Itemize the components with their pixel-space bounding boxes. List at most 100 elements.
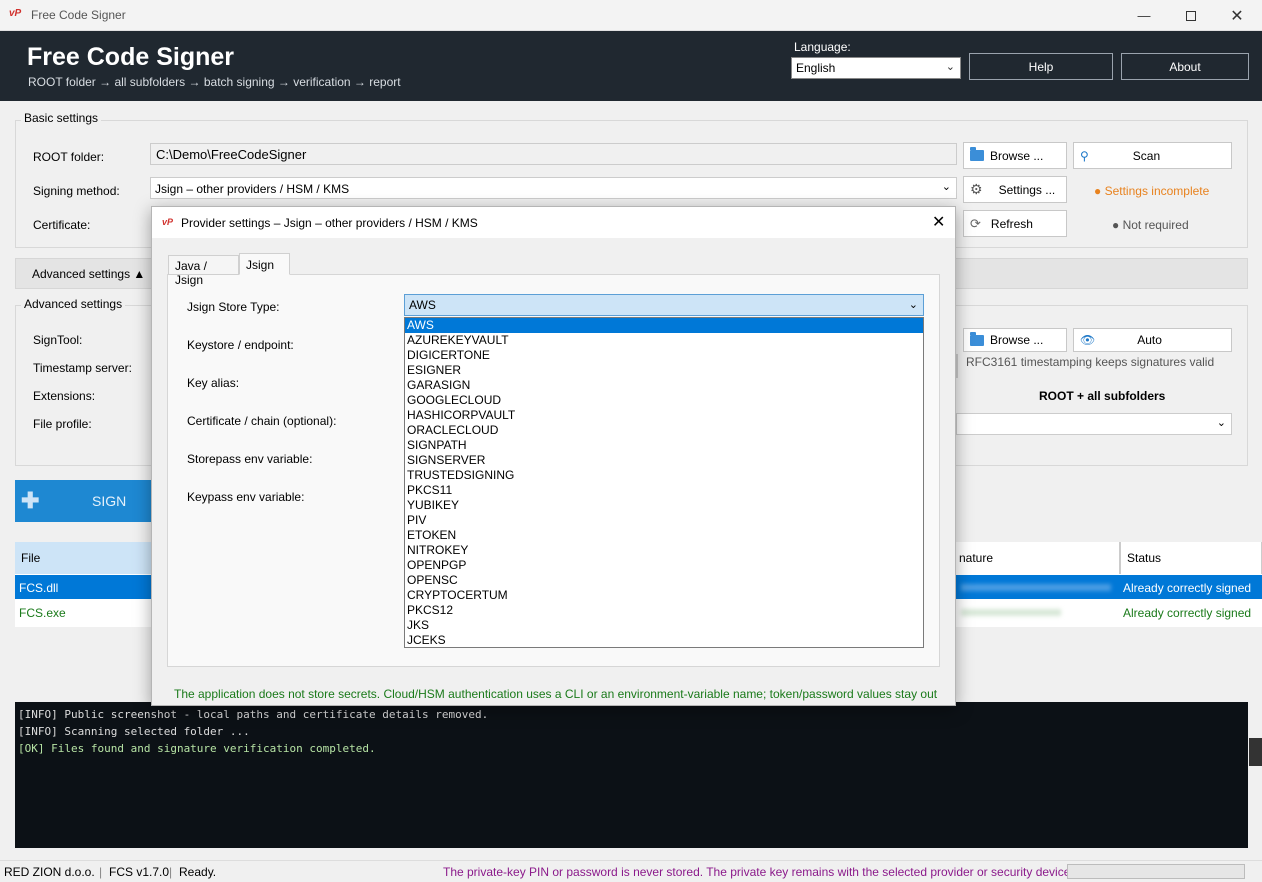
column-header-file[interactable]: File [15, 542, 152, 574]
refresh-button[interactable]: ⟳ Refresh [963, 210, 1067, 237]
help-button[interactable]: Help [969, 53, 1113, 80]
browse-label: Browse ... [990, 333, 1044, 347]
dropdown-option[interactable]: DIGICERTONE [405, 348, 923, 363]
maximize-button[interactable] [1168, 0, 1214, 31]
tab-jsign[interactable]: Jsign [239, 253, 290, 275]
dropdown-option[interactable]: ORACLECLOUD [405, 423, 923, 438]
keypass-label: Keypass env variable: [187, 490, 305, 504]
root-folder-input[interactable]: C:\Demo\FreeCodeSigner [150, 143, 957, 165]
dropdown-option[interactable]: ETOKEN [405, 528, 923, 543]
store-type-label: Jsign Store Type: [187, 300, 280, 314]
dropdown-option[interactable]: GOOGLECLOUD [405, 393, 923, 408]
signing-method-select[interactable]: Jsign – other providers / HSM / KMS ⌄ [150, 177, 957, 199]
scrollbar-thumb[interactable] [1249, 738, 1262, 766]
column-header-signature[interactable]: nature [953, 542, 1120, 574]
dropdown-option[interactable]: PKCS11 [405, 483, 923, 498]
scan-label: Scan [1132, 148, 1161, 163]
store-type-select[interactable]: AWS ⌄ [404, 294, 924, 316]
root-folder-label: ROOT folder: [33, 150, 105, 164]
row-status: Already correctly signed [1123, 581, 1252, 595]
dialog-title: Provider settings – Jsign – other provid… [181, 216, 478, 230]
status-bar: RED ZION d.o.o. | FCS v1.7.0 | Ready. Th… [0, 860, 1262, 882]
sign-button[interactable]: ✚ SIGN [15, 480, 152, 522]
auto-label: Auto [1137, 333, 1162, 347]
refresh-status: ● Not required [1112, 218, 1189, 232]
dropdown-option[interactable]: OPENPGP [405, 558, 923, 573]
browse-signtool-button[interactable]: Browse ... [963, 328, 1067, 352]
sign-label: SIGN [92, 493, 127, 509]
progress-bar [1067, 864, 1245, 879]
dropdown-option[interactable]: CRYPTOCERTUM [405, 588, 923, 603]
key-alias-label: Key alias: [187, 376, 240, 390]
chevron-down-icon: ⌄ [908, 299, 918, 311]
dropdown-option[interactable]: JKS [405, 618, 923, 633]
dropdown-option[interactable]: AWS [405, 318, 923, 333]
dropdown-option[interactable]: ESIGNER [405, 363, 923, 378]
close-window-button[interactable]: ✕ [1214, 0, 1260, 31]
folder-icon [970, 147, 984, 161]
dialog-titlebar: vP Provider settings – Jsign – other pro… [152, 207, 955, 238]
dropdown-option[interactable]: PKCS12 [405, 603, 923, 618]
plus-icon: ✚ [21, 488, 40, 513]
gear-icon: ⚙ [970, 181, 983, 197]
browse-root-button[interactable]: Browse ... [963, 142, 1067, 169]
file-name: FCS.exe [19, 606, 66, 620]
minimize-icon: — [1137, 8, 1151, 23]
dropdown-option[interactable]: AZUREKEYVAULT [405, 333, 923, 348]
storepass-label: Storepass env variable: [187, 452, 313, 466]
rfc-note: RFC3161 timestamping keeps signatures va… [966, 355, 1215, 369]
refresh-icon: ⟳ [970, 215, 981, 231]
column-header-status[interactable]: Status [1120, 542, 1262, 574]
timestamp-label: Timestamp server: [33, 361, 132, 375]
advanced-settings-label: Advanced settings [21, 297, 126, 311]
chevron-down-icon: ⌄ [941, 181, 951, 193]
status-cell: Already correctly signed [1120, 600, 1262, 624]
dropdown-option[interactable]: PIV [405, 513, 923, 528]
file-name: FCS.dll [19, 581, 59, 595]
maximize-icon [1186, 10, 1196, 21]
store-type-value: AWS [409, 298, 436, 312]
row-status: Already correctly signed [1123, 606, 1252, 620]
settings-label: Settings ... [998, 182, 1056, 197]
dropdown-option[interactable]: GARASIGN [405, 378, 923, 393]
close-icon[interactable]: ✕ [932, 212, 945, 232]
dropdown-option[interactable]: TRUSTEDSIGNING [405, 468, 923, 483]
file-profile-label: File profile: [33, 417, 92, 431]
tab-java-jsign[interactable]: Java / Jsign [168, 255, 239, 287]
signature-cell [953, 600, 1120, 624]
about-button[interactable]: About [1121, 53, 1249, 80]
language-value: English [796, 61, 836, 75]
language-label: Language: [794, 40, 851, 54]
log-console: [INFO] Public screenshot - local paths a… [15, 702, 1248, 848]
app-header: Free Code Signer ROOT folder → all subfo… [0, 31, 1262, 101]
private-key-notice: The private-key PIN or password is never… [443, 865, 1074, 879]
dropdown-option[interactable]: OPENSC [405, 573, 923, 588]
table-row[interactable]: FCS.dll [15, 575, 152, 599]
extensions-label: Extensions: [33, 389, 96, 403]
window-title: Free Code Signer [31, 8, 126, 22]
dialog-logo-icon: vP [162, 217, 174, 227]
advanced-toggle-label: Advanced settings ▲ [32, 267, 146, 281]
version-label: FCS v1.7.0 [109, 865, 170, 879]
scan-button[interactable]: ⚲ Scan [1073, 142, 1232, 169]
provider-settings-button[interactable]: ⚙ Settings ... [963, 176, 1067, 203]
dropdown-option[interactable]: NITROKEY [405, 543, 923, 558]
dropdown-option[interactable]: HASHICORPVAULT [405, 408, 923, 423]
window-titlebar: vP Free Code Signer — ✕ [0, 0, 1262, 31]
timestamp-field-edge[interactable] [956, 354, 958, 378]
dropdown-option[interactable]: YUBIKEY [405, 498, 923, 513]
dropdown-option[interactable]: SIGNSERVER [405, 453, 923, 468]
dropdown-option[interactable]: JCEKS [405, 633, 923, 648]
table-row[interactable]: FCS.exe [15, 600, 152, 624]
chevron-down-icon: ⌄ [1216, 417, 1226, 429]
log-line: [INFO] Scanning selected folder ... [18, 725, 250, 738]
separator: | [99, 865, 103, 879]
file-profile-select[interactable]: ⌄ [956, 413, 1232, 435]
basic-settings-label: Basic settings [21, 111, 102, 125]
app-subtitle: ROOT folder → all subfolders → batch sig… [28, 75, 401, 89]
redacted-signature [961, 609, 1061, 616]
auto-button[interactable]: 👁 Auto [1073, 328, 1232, 352]
language-select[interactable]: English ⌄ [791, 57, 961, 79]
dropdown-option[interactable]: SIGNPATH [405, 438, 923, 453]
minimize-button[interactable]: — [1121, 0, 1167, 31]
